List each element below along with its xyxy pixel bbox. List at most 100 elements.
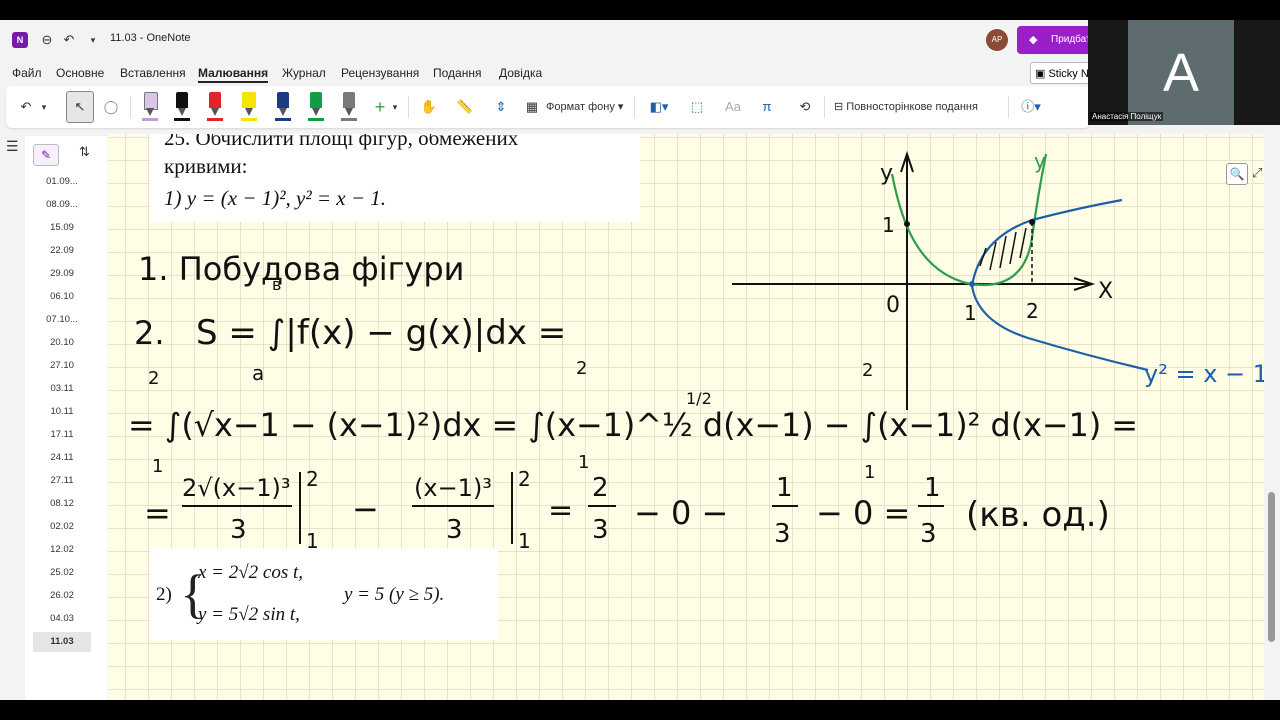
- participant-video-tile: А: [1128, 20, 1234, 125]
- ink-frac4-den: 3: [774, 519, 791, 549]
- video-call-overlay: А Анастасія Поліщук: [1088, 20, 1280, 125]
- page-item[interactable]: 10.11: [33, 402, 91, 422]
- graph-parabola-label: y: [1034, 149, 1046, 173]
- diamond-icon: ◆: [1029, 34, 1038, 46]
- menu-help[interactable]: Довідка: [499, 66, 542, 80]
- ink-line-3: = ∫(√x−1 − (x−1)²)dx = ∫(x−1)^½ d(x−1) −…: [128, 406, 1138, 444]
- select-tool-icon[interactable]: ↖: [66, 91, 94, 123]
- page-item[interactable]: 27.11: [33, 471, 91, 491]
- page-list: ✎ ⇅ 01.09... 08.09... 15.09 22.09 29.09 …: [25, 136, 107, 700]
- sticky-notes-icon: ▣: [1035, 68, 1046, 80]
- page-item[interactable]: 07.10...: [33, 310, 91, 330]
- undo-icon[interactable]: ↶: [16, 94, 36, 120]
- ink-frac4-num: 1: [776, 473, 793, 503]
- page-item[interactable]: 26.02: [33, 586, 91, 606]
- ink-eval-lo: 1: [306, 529, 319, 553]
- menu-draw[interactable]: Малювання: [198, 66, 269, 83]
- ink-to-math-icon[interactable]: π: [756, 94, 778, 120]
- page-item[interactable]: 01.09...: [33, 172, 91, 192]
- menu-review[interactable]: Рецензування: [341, 66, 419, 80]
- back-icon[interactable]: ⊖: [38, 31, 56, 49]
- ink-layer: 1. Побудова фігури 2. S = ∫|f(x) − g(x)|…: [128, 149, 1264, 553]
- page-item[interactable]: 27.10: [33, 356, 91, 376]
- pen-red-icon[interactable]: [207, 92, 223, 122]
- sort-pages-icon[interactable]: ⇅: [79, 144, 90, 160]
- ink-minus-zero: − 0 −: [634, 494, 728, 532]
- format-background-button[interactable]: Формат фону ▾: [546, 94, 626, 120]
- pen-green-icon[interactable]: [308, 92, 324, 122]
- page-item[interactable]: 17.11: [33, 425, 91, 445]
- help-icon[interactable]: ⓘ▾: [1016, 94, 1046, 120]
- page-item[interactable]: 06.10: [33, 287, 91, 307]
- page-item[interactable]: 15.09: [33, 218, 91, 238]
- ink-units: (кв. од.): [966, 495, 1110, 535]
- ink-frac1-num: 2√(x−1)³: [182, 474, 291, 502]
- ink-step-2-label: 2.: [134, 314, 165, 352]
- add-pen-icon[interactable]: +: [370, 94, 390, 120]
- menu-view[interactable]: Подання: [433, 66, 481, 80]
- ink-line-4-eq: =: [144, 494, 171, 532]
- ribbon-divider: [130, 96, 131, 118]
- page-item-active[interactable]: 11.03: [33, 632, 91, 652]
- undo-dropdown-icon[interactable]: ▾: [38, 94, 50, 120]
- full-page-view-button[interactable]: ⊟ Повносторінкове подання: [834, 94, 1004, 120]
- parabola-curve: [890, 153, 1048, 287]
- graph-label-y: y: [880, 161, 893, 186]
- ink-limit-hi: 2: [576, 358, 587, 379]
- page-item[interactable]: 22.09: [33, 241, 91, 261]
- note-canvas[interactable]: 25. Обчислити площі фігур, обмежених кри…: [108, 134, 1264, 700]
- participant-name: Анастасія Поліщук: [1090, 112, 1164, 121]
- page-item[interactable]: 12.02: [33, 540, 91, 560]
- search-icon[interactable]: 🔍: [1226, 163, 1248, 185]
- page-item[interactable]: 03.11: [33, 379, 91, 399]
- pen-navy-icon[interactable]: [275, 92, 291, 122]
- ink-replay-icon[interactable]: ⟲: [794, 94, 816, 120]
- menu-insert[interactable]: Вставлення: [120, 66, 186, 80]
- user-avatar[interactable]: AP: [986, 29, 1008, 51]
- lasso-icon[interactable]: ◯: [100, 94, 122, 120]
- page-item[interactable]: 08.09...: [33, 195, 91, 215]
- ink-minus: −: [352, 490, 379, 528]
- new-page-button[interactable]: ✎: [33, 144, 59, 166]
- undo-icon[interactable]: ↶: [60, 31, 78, 49]
- pen-black-icon[interactable]: [174, 92, 190, 122]
- menu-history[interactable]: Журнал: [282, 66, 326, 80]
- menu-home[interactable]: Основне: [56, 66, 104, 80]
- page-item[interactable]: 08.12: [33, 494, 91, 514]
- shapes-icon[interactable]: ◧▾: [646, 94, 672, 120]
- sticky-notes-label: Sticky Notes: [1048, 68, 1089, 80]
- graph-tick-2: 2: [1026, 299, 1039, 323]
- add-pen-dropdown-icon[interactable]: ▾: [390, 94, 400, 120]
- touch-draw-icon[interactable]: ✋: [418, 94, 440, 120]
- quick-access-dropdown-icon[interactable]: ▾: [84, 31, 102, 49]
- vertical-scrollbar[interactable]: [1264, 134, 1280, 700]
- page-item[interactable]: 20.10: [33, 333, 91, 353]
- page-item[interactable]: 24.11: [33, 448, 91, 468]
- pen-gray-icon[interactable]: [341, 92, 357, 122]
- page-item[interactable]: 02.02: [33, 517, 91, 537]
- buy-premium-button[interactable]: ◆ Придбати: [1017, 26, 1097, 54]
- ink-to-shape-icon[interactable]: ⬚: [686, 94, 708, 120]
- graph: X y 0 1 2 1 y² = x − 1 y: [732, 149, 1264, 410]
- page-item[interactable]: 29.09: [33, 264, 91, 284]
- page-item[interactable]: 04.03: [33, 609, 91, 629]
- full-page-view-label: Повносторінкове подання: [846, 101, 978, 113]
- ink-to-text-icon[interactable]: Aa: [722, 94, 744, 120]
- highlighter-yellow-icon[interactable]: [241, 92, 257, 122]
- sticky-notes-button[interactable]: ▣ Sticky Notes: [1030, 62, 1090, 84]
- ink-frac5-den: 3: [920, 519, 937, 549]
- ink-limit-hi: 2: [148, 368, 159, 389]
- ink-limit-hi: 2: [862, 360, 873, 381]
- expand-icon[interactable]: ⤢: [1252, 165, 1262, 181]
- ink-upper-b: в: [272, 275, 281, 294]
- navigation-toggle-icon[interactable]: ☰: [6, 138, 19, 155]
- ink-frac3-num: 2: [592, 473, 609, 503]
- scroll-thumb[interactable]: [1268, 492, 1275, 642]
- page-item[interactable]: 25.02: [33, 563, 91, 583]
- insert-space-icon[interactable]: ⇕: [490, 94, 512, 120]
- ruler-icon[interactable]: 📏: [454, 94, 476, 120]
- pen-lavender-icon[interactable]: [142, 92, 158, 122]
- ribbon-divider: [1008, 96, 1009, 118]
- format-background-label: Формат фону: [546, 101, 615, 113]
- menu-file[interactable]: Файл: [12, 66, 42, 80]
